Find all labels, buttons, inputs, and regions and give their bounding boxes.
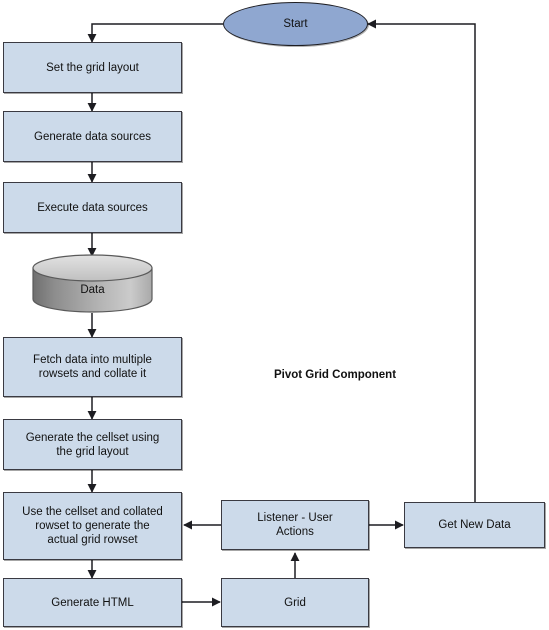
node-generate-data-sources-label: Generate data sources (34, 130, 151, 143)
node-grid[interactable]: Grid (221, 578, 369, 627)
node-fetch-data-label: Fetch data into multiple rowsets and col… (33, 354, 152, 380)
node-execute-data-sources-label: Execute data sources (37, 201, 148, 214)
node-generate-html-label: Generate HTML (51, 596, 134, 609)
node-get-new-data[interactable]: Get New Data (404, 502, 545, 548)
diagram-title-pivot-grid-component: Pivot Grid Component (274, 369, 397, 381)
node-set-grid-layout-label: Set the grid layout (46, 61, 139, 74)
node-generate-html[interactable]: Generate HTML (3, 578, 182, 627)
node-generate-data-sources[interactable]: Generate data sources (3, 111, 182, 162)
edge-get-new-data-to-start (367, 19, 476, 502)
node-listener-user-actions-label: Listener - User Actions (257, 512, 333, 538)
node-execute-data-sources[interactable]: Execute data sources (3, 182, 182, 233)
node-generate-cellset[interactable]: Generate the cellset using the grid layo… (3, 419, 182, 470)
node-listener-user-actions[interactable]: Listener - User Actions (221, 500, 369, 550)
node-start[interactable]: Start (223, 2, 368, 46)
node-get-new-data-label: Get New Data (438, 519, 511, 531)
flowchart-diagram: Start Set the grid layout Generate data … (0, 0, 549, 630)
node-generate-cellset-label: Generate the cellset using the grid layo… (25, 431, 160, 458)
node-start-label: Start (283, 18, 308, 30)
node-data-store-label: Data (80, 284, 105, 296)
node-fetch-data[interactable]: Fetch data into multiple rowsets and col… (3, 337, 182, 397)
node-grid-label: Grid (284, 596, 306, 609)
node-use-cellset-label: Use the cellset and collated rowset to g… (22, 506, 163, 546)
edge-start-to-set-grid-layout (87, 23, 223, 43)
node-use-cellset[interactable]: Use the cellset and collated rowset to g… (3, 492, 182, 560)
node-set-grid-layout[interactable]: Set the grid layout (3, 42, 182, 93)
